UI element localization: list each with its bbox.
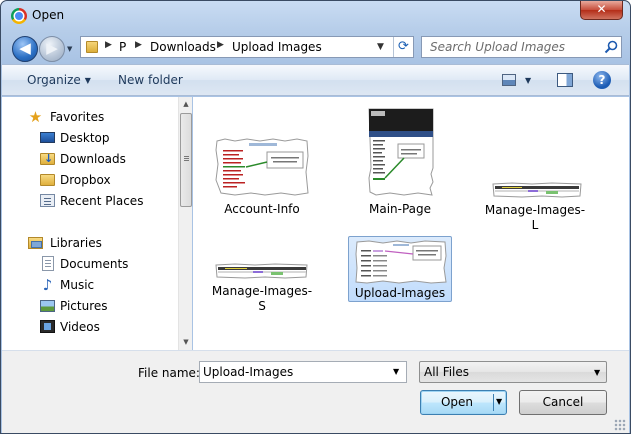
scroll-down-arrow[interactable]: ▼ (179, 335, 193, 349)
image-thumbnail (355, 240, 447, 284)
search-input[interactable] (422, 37, 600, 57)
sidebar-item-recent-places[interactable]: Recent Places (2, 191, 178, 211)
sidebar-item-label: Dropbox (60, 173, 111, 187)
chrome-icon (11, 8, 27, 24)
file-name-label: File name: (138, 366, 200, 380)
folder-icon (86, 41, 98, 53)
breadcrumb-downloads[interactable]: Downloads (150, 40, 216, 54)
file-name-input[interactable] (200, 362, 388, 382)
views-dropdown[interactable]: ▼ (525, 76, 531, 85)
cancel-button[interactable]: Cancel (519, 390, 607, 415)
file-name: Upload-Images (354, 286, 446, 300)
sidebar-item-favorites[interactable]: ★ Favorites (2, 107, 178, 127)
sidebar-item-label: Documents (60, 257, 129, 271)
open-options-dropdown[interactable]: ▼ (496, 391, 502, 413)
image-thumbnail (492, 182, 582, 198)
file-type-select[interactable]: All Files ▼ (419, 361, 607, 383)
sidebar-item-label: Videos (60, 320, 100, 334)
file-name-combobox[interactable]: ▼ (199, 361, 407, 383)
image-thumbnail (215, 138, 309, 196)
search-box[interactable] (421, 36, 622, 58)
sidebar-item-documents[interactable]: Documents (2, 254, 178, 274)
chevron-down-icon[interactable]: ▼ (393, 367, 399, 376)
resize-grip-icon[interactable] (614, 419, 626, 431)
navigation-pane: ★ Favorites Desktop Downloads Dropbox Re… (2, 97, 192, 350)
chevron-down-icon: ▼ (594, 368, 601, 377)
title-bar: Open ✕ (1, 1, 630, 31)
breadcrumb-p[interactable]: P (119, 40, 126, 54)
refresh-icon[interactable]: ⟳ (393, 37, 413, 57)
dialog-footer: File name: ▼ All Files ▼ Open ▼ Cancel (2, 350, 629, 433)
sidebar-item-label: Downloads (60, 152, 126, 166)
scrollbar-thumb[interactable] (180, 113, 192, 207)
open-dialog: Open ✕ ◀ ▶ ▼ ▶ P ▶ Downloads ▶ Upload Im… (0, 0, 631, 434)
open-button[interactable]: Open ▼ (420, 390, 507, 415)
breadcrumb-separator[interactable]: ▶ (135, 40, 142, 50)
image-thumbnail (215, 263, 308, 279)
close-button[interactable]: ✕ (580, 1, 623, 20)
videos-icon (40, 320, 55, 333)
back-button[interactable]: ◀ (12, 36, 38, 62)
file-item-account-info[interactable]: Account-Info (210, 137, 314, 216)
file-item-main-page[interactable]: Main-Page (348, 107, 452, 216)
change-view-icon[interactable] (502, 74, 516, 86)
search-icon[interactable] (604, 40, 618, 54)
sidebar-item-music[interactable]: ♪ Music (2, 275, 178, 295)
recent-places-icon (40, 194, 55, 207)
star-icon: ★ (28, 108, 43, 126)
pictures-icon (40, 300, 55, 312)
open-label: Open (440, 395, 474, 409)
sidebar-item-label: Libraries (50, 236, 102, 250)
sidebar-item-label: Desktop (60, 131, 110, 145)
file-name: Manage-Images-S (211, 284, 313, 313)
file-name: Account-Info (224, 202, 300, 216)
file-item-manage-images-s[interactable]: Manage-Images-S (210, 262, 314, 328)
sidebar-item-pictures[interactable]: Pictures (2, 296, 178, 316)
documents-icon (42, 256, 54, 271)
sidebar-item-desktop[interactable]: Desktop (2, 128, 178, 148)
command-bar: Organize ▼ New folder ▼ ? (2, 64, 629, 96)
file-type-value: All Files (424, 365, 470, 379)
grip-icon (184, 156, 189, 157)
folder-icon (40, 174, 55, 186)
sidebar-item-libraries[interactable]: Libraries (2, 233, 178, 253)
address-bar[interactable]: ▶ P ▶ Downloads ▶ Upload Images ▼ ⟳ (80, 36, 414, 58)
window-title: Open (32, 8, 65, 22)
downloads-folder-icon (40, 152, 55, 165)
sidebar-item-label: Music (60, 278, 95, 292)
forward-button[interactable]: ▶ (39, 36, 65, 62)
new-folder-button[interactable]: New folder (118, 73, 183, 87)
organize-menu[interactable]: Organize ▼ (27, 73, 91, 87)
recent-locations-dropdown[interactable]: ▼ (67, 45, 72, 53)
breadcrumb-separator[interactable]: ▶ (105, 40, 112, 50)
help-icon[interactable]: ? (593, 71, 611, 89)
sidebar-item-downloads[interactable]: Downloads (2, 149, 178, 169)
file-name: Main-Page (368, 202, 432, 216)
chevron-down-icon: ▼ (84, 76, 91, 85)
breadcrumb-separator[interactable]: ▶ (217, 40, 224, 50)
sidebar-item-dropbox[interactable]: Dropbox (2, 170, 178, 190)
file-item-upload-images[interactable]: Upload-Images (348, 236, 452, 302)
image-thumbnail (368, 108, 434, 196)
preview-pane-icon[interactable] (557, 73, 573, 87)
address-dropdown[interactable]: ▼ (377, 42, 384, 52)
file-item-manage-images-l[interactable]: Manage-Images-L (483, 181, 587, 247)
sidebar-item-label: Pictures (60, 299, 108, 313)
scroll-up-arrow[interactable]: ▲ (179, 97, 193, 111)
file-list: Account-Info Main-Page Manage-Images-L M… (193, 97, 629, 350)
desktop-icon (40, 132, 55, 143)
split-divider (493, 394, 494, 411)
sidebar-item-videos[interactable]: Videos (2, 317, 178, 337)
sidebar-item-label: Recent Places (60, 194, 144, 208)
file-name: Manage-Images-L (484, 203, 586, 232)
sidebar-item-label: Favorites (50, 110, 105, 124)
organize-label: Organize (27, 73, 81, 87)
libraries-icon (28, 237, 43, 249)
breadcrumb-upload-images[interactable]: Upload Images (232, 40, 322, 54)
music-icon: ♪ (42, 276, 53, 294)
navigation-scrollbar[interactable]: ▲ ▼ (178, 97, 192, 350)
